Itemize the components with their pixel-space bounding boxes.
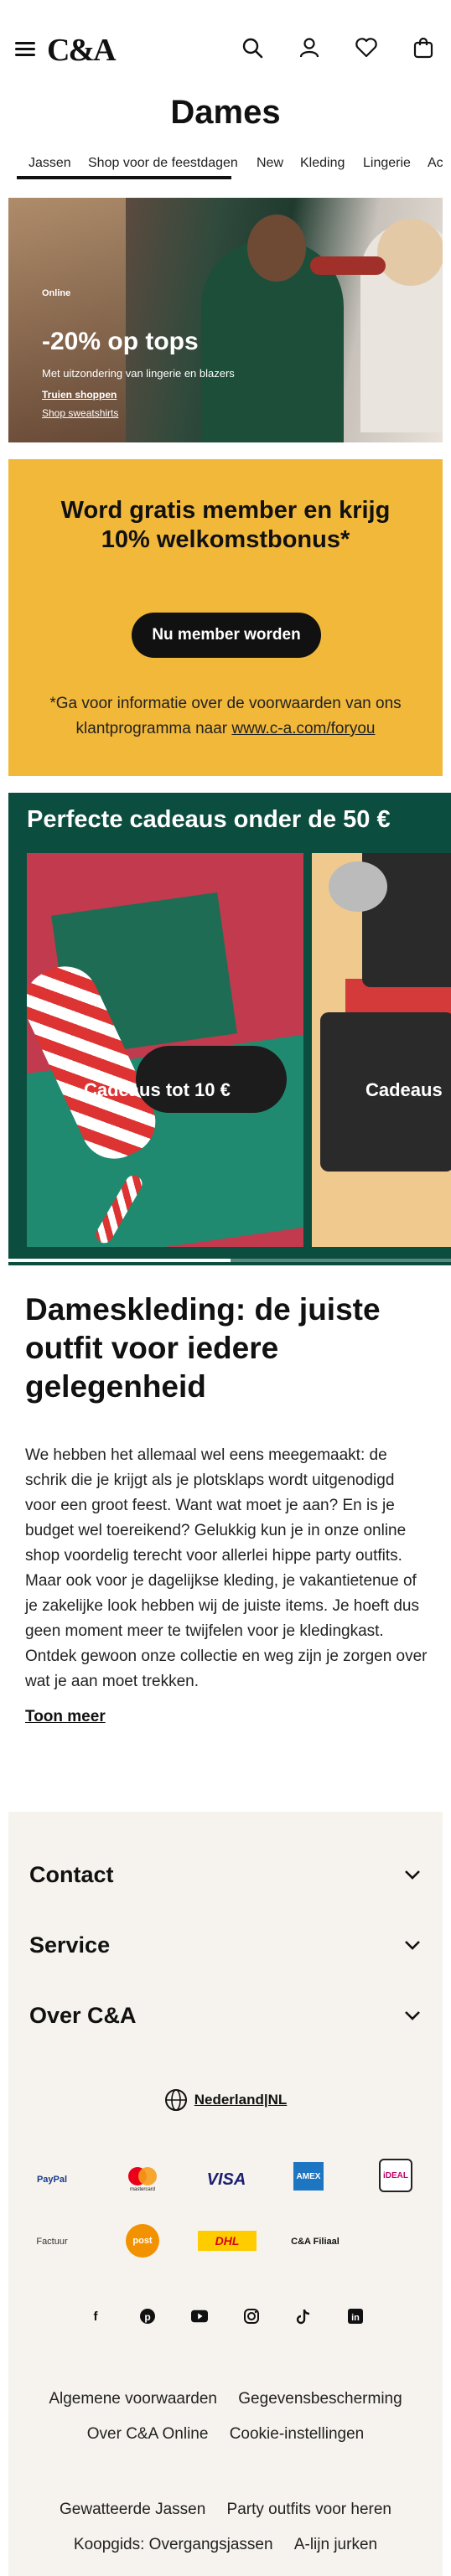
chevron-down-icon <box>405 2011 420 2020</box>
tab-accessoires[interactable]: Ac <box>428 156 443 171</box>
factuur-logo: Factuur <box>36 2237 68 2247</box>
hero-subline: Met uitzondering van lingerie en blazers <box>42 367 235 380</box>
facebook-icon[interactable]: f <box>87 2308 104 2325</box>
member-signup-button[interactable]: Nu member worden <box>132 613 321 658</box>
link-algemene-voorwaarden[interactable]: Algemene voorwaarden <box>49 2390 217 2408</box>
link-gegevensbescherming[interactable]: Gegevensbescherming <box>238 2390 402 2408</box>
dhl-logo: DHL <box>198 2231 257 2251</box>
menu-icon[interactable] <box>15 42 35 57</box>
footer-links-row: Gewatteerde Jassen Party outfits voor he… <box>8 2501 443 2519</box>
tab-new[interactable]: New <box>257 156 283 171</box>
chevron-down-icon <box>405 1941 420 1950</box>
footer-links-row: Over C&A Online Cookie-instellingen <box>8 2425 443 2444</box>
gift-card-label: Cadeaus tot 10 € <box>84 1079 231 1100</box>
globe-icon <box>164 2089 187 2111</box>
footer: Contact Service Over C&A Nederland|NL Pa… <box>8 1812 443 2576</box>
gift-card-10[interactable]: Cadeaus tot 10 € <box>27 853 303 1247</box>
chevron-down-icon <box>405 1870 420 1880</box>
accordion-service[interactable]: Service <box>29 1932 422 1958</box>
accordion-label: Over C&A <box>29 2003 137 2028</box>
tab-jassen[interactable]: Jassen <box>29 156 71 171</box>
gift-card-label: Cadeaus <box>365 1079 443 1100</box>
ideal-logo: iDEAL <box>379 2159 412 2192</box>
tab-kleding[interactable]: Kleding <box>300 156 345 171</box>
search-icon[interactable] <box>240 35 265 60</box>
member-note: *Ga voor informatie over de voorwaarden … <box>42 691 409 742</box>
account-icon[interactable] <box>297 35 322 60</box>
logo[interactable]: C&A <box>47 32 117 69</box>
link-a-lijn-jurken[interactable]: A-lijn jurken <box>294 2536 377 2553</box>
carousel-scroll-thumb[interactable] <box>8 1259 231 1262</box>
paypal-logo: PayPal <box>36 2175 68 2185</box>
mastercard-label: mastercard <box>129 2187 155 2192</box>
seo-title: Dameskleding: de juiste outfit voor iede… <box>25 1292 381 1404</box>
shopping-bag-icon[interactable] <box>411 35 436 60</box>
accordion-label: Service <box>29 1932 111 1958</box>
pinterest-icon[interactable]: p <box>139 2308 156 2325</box>
link-gewatteerde-jassen[interactable]: Gewatteerde Jassen <box>60 2501 205 2518</box>
member-title: Word gratis member en krijg 10% welkomst… <box>60 497 391 553</box>
seo-body: We hebben het allemaal wel eens meegemaa… <box>25 1446 428 1690</box>
accordion-contact[interactable]: Contact <box>29 1862 422 1887</box>
member-note-link[interactable]: www.c-a.com/foryou <box>231 720 375 737</box>
hero-link-truien[interactable]: Truien shoppen <box>42 389 117 401</box>
ca-filiaal-logo: C&A Filiaal <box>291 2237 340 2247</box>
hero-link-sweatshirts[interactable]: Shop sweatshirts <box>42 407 118 419</box>
hero-headline: -20% op tops <box>42 328 199 355</box>
hero-banner[interactable]: Online -20% op tops Met uitzondering van… <box>8 198 443 442</box>
header: C&A Dames <box>0 0 451 131</box>
wishlist-heart-icon[interactable] <box>354 35 379 60</box>
show-more-link[interactable]: Toon meer <box>25 1708 106 1726</box>
tab-feestdagen[interactable]: Shop voor de feestdagen <box>88 156 238 171</box>
amex-logo: AMEX <box>293 2162 324 2191</box>
social-links: f p in <box>8 2308 443 2325</box>
language-selector[interactable]: Nederland|NL <box>8 2088 443 2112</box>
tiktok-icon[interactable] <box>295 2308 312 2325</box>
link-over-ca-online[interactable]: Over C&A Online <box>87 2425 209 2443</box>
link-overgangsjassen[interactable]: Koopgids: Overgangsjassen <box>74 2536 273 2553</box>
visa-logo: VISA <box>206 2170 246 2189</box>
accordion-over-ca[interactable]: Over C&A <box>29 2003 422 2028</box>
svg-text:in: in <box>351 2313 360 2323</box>
linkedin-icon[interactable]: in <box>347 2308 364 2325</box>
link-cookie-instellingen[interactable]: Cookie-instellingen <box>230 2425 365 2443</box>
member-promo: Word gratis member en krijg 10% welkomst… <box>8 459 443 776</box>
hero-eyebrow: Online <box>42 288 71 298</box>
footer-links-row: Koopgids: Overgangsjassen A-lijn jurken <box>8 2536 443 2554</box>
footer-links-row: Algemene voorwaarden Gegevensbescherming <box>8 2390 443 2408</box>
instagram-icon[interactable] <box>243 2308 260 2325</box>
gifts-carousel: Perfecte cadeaus onder de 50 € Cadeaus t… <box>8 793 451 1265</box>
gifts-title: Perfecte cadeaus onder de 50 € <box>27 806 391 833</box>
language-label: Nederland|NL <box>194 2092 288 2108</box>
svg-text:p: p <box>144 2311 150 2323</box>
link-party-outfits-heren[interactable]: Party outfits voor heren <box>227 2501 391 2518</box>
active-tab-indicator <box>17 176 231 179</box>
mastercard-logo: mastercard <box>122 2164 163 2194</box>
postnl-logo: post <box>126 2224 159 2258</box>
youtube-icon[interactable] <box>191 2308 208 2325</box>
page-title: Dames <box>170 94 281 131</box>
category-tabs: Jassen Shop voor de feestdagen New Kledi… <box>0 153 451 181</box>
gift-card-2[interactable]: Cadeaus <box>312 853 451 1247</box>
tab-lingerie[interactable]: Lingerie <box>363 156 411 171</box>
accordion-label: Contact <box>29 1862 114 1887</box>
